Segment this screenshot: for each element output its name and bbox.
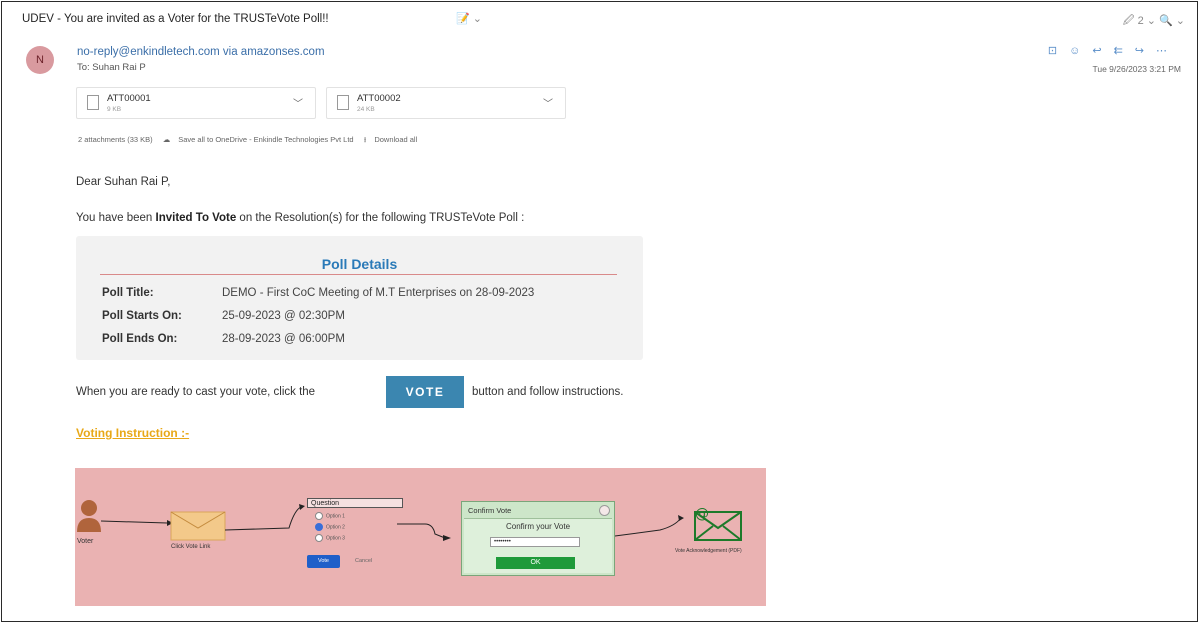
save-to-onedrive-link[interactable]: Save all to OneDrive - Enkindle Technolo… bbox=[178, 135, 353, 144]
attachment-name: ATT00001 bbox=[107, 93, 151, 104]
chevron-down-icon[interactable]: ﹀ bbox=[543, 95, 553, 110]
reply-icon[interactable]: ↩ bbox=[1092, 45, 1113, 57]
diagram-cancel-label: Cancel bbox=[355, 558, 373, 564]
poll-start-row: Poll Starts On: 25-09-2023 @ 02:30PM bbox=[102, 310, 345, 322]
poll-title-row: Poll Title: DEMO - First CoC Meeting of M… bbox=[102, 287, 535, 299]
avatar[interactable]: N bbox=[26, 46, 54, 74]
sender-address[interactable]: no-reply@enkindletech.com via amazonses.… bbox=[77, 46, 325, 58]
diagram-option: Option 2 bbox=[315, 523, 345, 531]
poll-details-card: Poll Details Poll Title: DEMO - First CoC… bbox=[76, 236, 643, 360]
more-options-icon[interactable]: ⋯ bbox=[1156, 45, 1179, 57]
file-icon bbox=[337, 95, 349, 110]
intro-text: You have been Invited To Vote on the Res… bbox=[76, 212, 525, 224]
diagram-voter-label: Voter bbox=[77, 538, 94, 545]
invited-to-vote-text: Invited To Vote bbox=[155, 212, 237, 224]
voter-body bbox=[77, 518, 101, 532]
react-icon[interactable]: ☺ bbox=[1069, 45, 1092, 57]
diagram-vote-button: Vote bbox=[307, 555, 340, 568]
divider bbox=[100, 274, 617, 275]
reply-all-icon[interactable]: ⇇ bbox=[1114, 45, 1135, 57]
at-icon: @ bbox=[695, 506, 709, 522]
download-icon: ⭳ bbox=[363, 135, 367, 144]
confirm-field: •••••••• bbox=[490, 537, 580, 547]
envelope-icon bbox=[170, 511, 226, 541]
follow-instructions-text: button and follow instructions. bbox=[472, 386, 624, 398]
close-icon bbox=[599, 505, 610, 516]
diagram-question-box: Question bbox=[307, 498, 403, 508]
arrow-voter-to-email bbox=[100, 520, 168, 524]
greeting: Dear Suhan Rai P, bbox=[76, 176, 171, 188]
attachment-card[interactable]: ATT00002 24 KB ﹀ bbox=[326, 87, 566, 119]
forward-icon[interactable]: ↪ bbox=[1135, 45, 1156, 57]
message-actions: ⊡☺↩⇇↪⋯ bbox=[1048, 44, 1179, 57]
attachment-summary: 2 attachments (33 KB) ☁ Save all to OneDr… bbox=[78, 134, 425, 147]
arrow-question-to-confirm bbox=[397, 523, 446, 539]
confirm-subtitle: Confirm your Vote bbox=[505, 522, 571, 531]
subject-bar: UDEV - You are invited as a Voter for th… bbox=[2, 2, 1197, 34]
file-icon bbox=[87, 95, 99, 110]
diagram-click-link-label: Click Vote Link bbox=[171, 544, 211, 550]
diagram-graphics: @ bbox=[77, 500, 742, 541]
vote-button[interactable]: VOTE bbox=[386, 376, 464, 408]
email-reading-pane: UDEV - You are invited as a Voter for th… bbox=[1, 1, 1198, 622]
attachment-card[interactable]: ATT00001 9 KB ﹀ bbox=[76, 87, 316, 119]
email-date: Tue 9/26/2023 3:21 PM bbox=[1092, 64, 1181, 74]
confirm-title: Confirm Vote bbox=[468, 506, 512, 515]
translate-icon[interactable]: ⊡ bbox=[1048, 45, 1069, 57]
diagram-ack-label: Vote Acknowledgement (PDF) bbox=[675, 548, 742, 554]
subject-tools-icon[interactable]: 📝 ⌄ bbox=[456, 12, 482, 25]
download-all-link[interactable]: Download all bbox=[374, 135, 417, 144]
diagram-option: Option 3 bbox=[315, 534, 345, 542]
recipient-line: To: Suhan Rai P bbox=[77, 62, 146, 73]
attachment-count: 2 attachments (33 KB) bbox=[78, 135, 153, 144]
attachment-size: 24 KB bbox=[357, 106, 375, 113]
email-subject: UDEV - You are invited as a Voter for th… bbox=[22, 13, 329, 25]
ready-text: When you are ready to cast your vote, cl… bbox=[76, 386, 316, 398]
zoom-and-attachment-icons[interactable]: 🖉 2 ⌄ 🔍 ⌄ bbox=[1123, 12, 1185, 31]
poll-heading: Poll Details bbox=[321, 256, 398, 272]
chevron-down-icon[interactable]: ﹀ bbox=[293, 95, 303, 110]
arrow-confirm-to-ack bbox=[614, 517, 682, 537]
attachment-size: 9 KB bbox=[107, 106, 122, 113]
poll-end-row: Poll Ends On: 28-09-2023 @ 06:00PM bbox=[102, 333, 345, 345]
voting-instruction-diagram: @ Voter Click Vote Link Question Option … bbox=[75, 468, 766, 606]
diagram-option: Option 1 bbox=[315, 512, 345, 520]
attachment-name: ATT00002 bbox=[357, 93, 401, 104]
voting-instruction-heading: Voting Instruction :- bbox=[76, 426, 190, 440]
arrow-email-to-question bbox=[224, 505, 304, 531]
voter-head bbox=[81, 500, 97, 516]
cloud-icon: ☁ bbox=[162, 135, 171, 144]
diagram-confirm-dialog: Confirm Vote Confirm your Vote •••••••• … bbox=[461, 501, 615, 576]
confirm-ok-button: OK bbox=[496, 557, 575, 569]
